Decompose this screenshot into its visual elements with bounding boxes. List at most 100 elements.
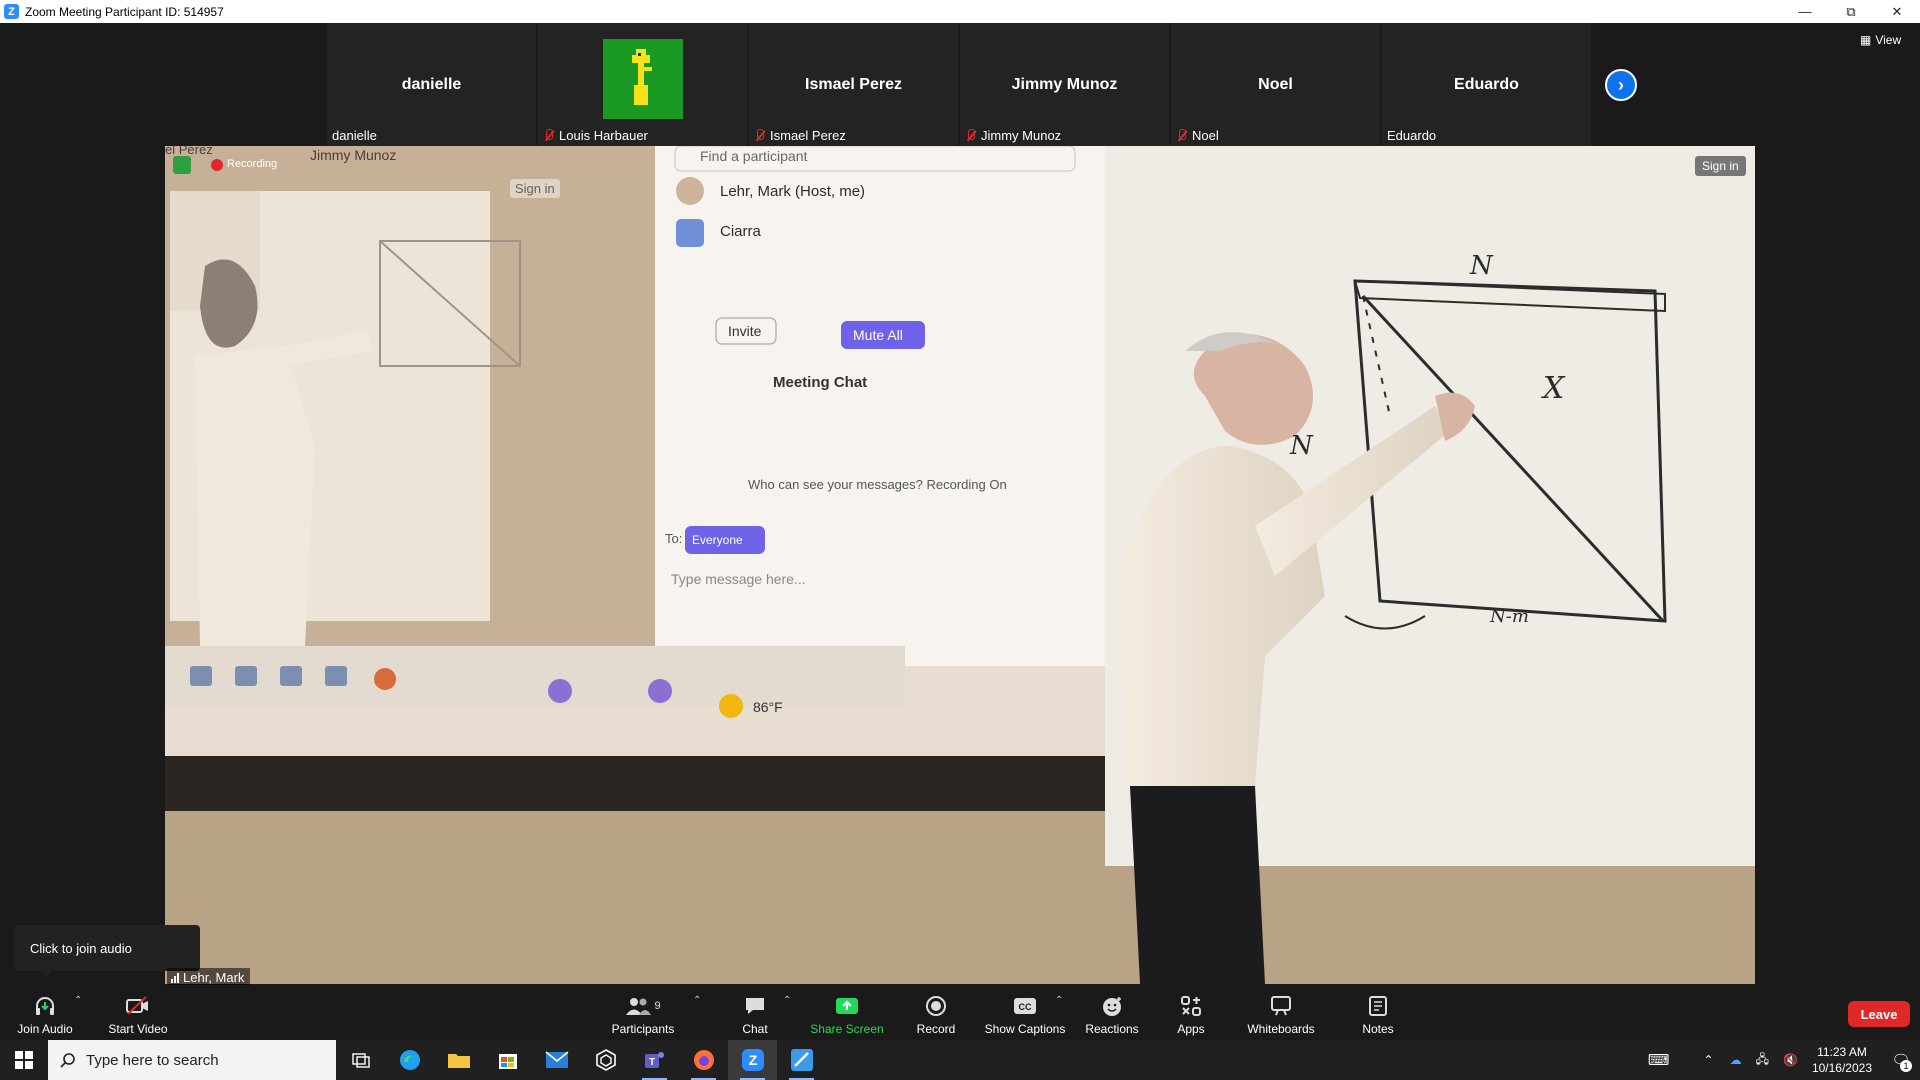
taskbar-firefox[interactable] [679, 1040, 728, 1080]
mail-icon [545, 1051, 568, 1068]
projected-chat-notice: Who can see your messages? Recording On [748, 477, 1007, 492]
task-view-button[interactable] [336, 1040, 385, 1080]
participant-tile[interactable]: Louis Harbauer [538, 23, 747, 146]
show-hidden-icons-icon[interactable]: ⌃ [1704, 1053, 1714, 1067]
taskbar-app-hex[interactable] [581, 1040, 630, 1080]
projected-temperature: 86°F [753, 699, 783, 715]
microphone-muted-icon [543, 129, 555, 142]
join-audio-tooltip[interactable]: Click to join audio [14, 925, 200, 977]
participant-display-name: Noel [1258, 75, 1293, 93]
network-icon[interactable]: 🖧 [1756, 1050, 1769, 1071]
video-frame [165, 146, 1755, 984]
window-title-bar: Z Zoom Meeting Participant ID: 514957 — … [0, 0, 1920, 23]
apps-button[interactable]: Apps [1158, 985, 1224, 1040]
participant-name: Noel [1192, 128, 1219, 143]
window-title: Zoom Meeting Participant ID: 514957 [25, 4, 224, 19]
show-captions-label: Show Captions [984, 1022, 1066, 1036]
participant-name: Louis Harbauer [559, 128, 648, 143]
chat-button[interactable]: Chat [722, 985, 788, 1040]
notes-button[interactable]: Notes [1345, 985, 1411, 1040]
participant-label: Jimmy Munoz [965, 128, 1061, 143]
taskbar-store[interactable] [483, 1040, 532, 1080]
projected-chat-title: Meeting Chat [773, 374, 868, 391]
participants-button[interactable]: 9 Participants [605, 985, 681, 1040]
participants-options-caret-icon[interactable]: ⌃ [693, 995, 701, 1006]
participant-tile[interactable]: Jimmy Munoz Jimmy Munoz [960, 23, 1169, 146]
shared-video: el Perez Jimmy Munoz Recording Sign in F… [165, 146, 1755, 984]
notes-icon [1365, 994, 1391, 1018]
share-screen-icon [834, 994, 860, 1018]
participant-tile[interactable]: danielle danielle [327, 23, 536, 146]
show-captions-button[interactable]: CC Show Captions [980, 985, 1070, 1040]
active-speaker-name: Lehr, Mark [183, 970, 245, 985]
search-placeholder: Type here to search [86, 1051, 219, 1069]
participant-tile[interactable]: Ismael Perez Ismael Perez [749, 23, 958, 146]
chat-bubble-icon [742, 994, 768, 1018]
start-video-button[interactable]: Start Video [105, 985, 171, 1040]
captions-options-caret-icon[interactable]: ⌃ [1055, 995, 1063, 1006]
join-audio-button[interactable]: Join Audio [12, 985, 78, 1040]
apps-label: Apps [1177, 1022, 1205, 1036]
participant-display-name: Eduardo [1454, 75, 1519, 93]
notification-center-button[interactable]: 🗨 1 [1882, 1040, 1920, 1080]
svg-text:CC: CC [1019, 1002, 1032, 1012]
task-view-icon [351, 1053, 370, 1068]
participant-display-name: danielle [401, 75, 462, 93]
whiteboard-label: X [1543, 371, 1565, 406]
keyboard-icon[interactable]: ⌨ [1648, 1051, 1670, 1069]
taskbar-clock[interactable]: 11:23 AM 10/16/2023 [1812, 1044, 1872, 1076]
projected-message-placeholder: Type message here... [671, 571, 806, 587]
taskbar-edge[interactable] [385, 1040, 434, 1080]
participant-tile[interactable]: Noel Noel [1171, 23, 1380, 146]
whiteboard-label: N-m [1490, 606, 1529, 627]
clock-date: 10/16/2023 [1811, 1061, 1872, 1075]
share-screen-button[interactable]: Share Screen [808, 985, 886, 1040]
participant-label: Eduardo [1387, 128, 1436, 143]
share-screen-label: Share Screen [810, 1022, 884, 1036]
video-sign-in[interactable]: Sign in [1695, 156, 1746, 176]
whiteboards-button[interactable]: Whiteboards [1240, 985, 1322, 1040]
participant-tile[interactable]: Eduardo Eduardo [1382, 23, 1591, 146]
view-button[interactable]: ▦ View [1860, 33, 1901, 47]
taskbar-search-box[interactable]: Type here to search [48, 1040, 336, 1080]
participant-name: Eduardo [1387, 128, 1437, 143]
participant-name: Ismael Perez [770, 128, 846, 143]
audio-options-caret-icon[interactable]: ⌃ [74, 995, 82, 1006]
projected-top-name: el Perez [165, 146, 213, 157]
projected-recording-label: Recording [227, 158, 278, 170]
join-audio-tooltip-text: Click to join audio [30, 940, 132, 956]
whiteboards-label: Whiteboards [1247, 1022, 1315, 1036]
minimize-button[interactable]: — [1782, 0, 1828, 23]
folder-icon [447, 1054, 470, 1068]
next-page-button[interactable]: › [1605, 69, 1637, 101]
restore-button[interactable]: ⧉ [1828, 0, 1874, 23]
taskbar-file-explorer[interactable] [434, 1040, 483, 1080]
volume-muted-icon[interactable]: 🔇 [1783, 1053, 1798, 1067]
closed-captions-icon: CC [1012, 994, 1038, 1018]
system-tray: ⌨ ⌃ ☁ 🖧 🔇 11:23 AM 10/16/2023 🗨 1 [1648, 1040, 1920, 1080]
notes-label: Notes [1362, 1022, 1394, 1036]
window-controls: — ⧉ ✕ [1782, 0, 1920, 23]
leave-meeting-button[interactable]: Leave [1848, 1001, 1910, 1027]
taskbar-teams[interactable]: T [630, 1040, 679, 1080]
projected-mute-all-button: Mute All [853, 327, 903, 343]
participant-display-name: Jimmy Munoz [1011, 75, 1118, 93]
start-button[interactable] [0, 1040, 48, 1080]
taskbar-whiteboard-app[interactable] [777, 1040, 826, 1080]
onedrive-cloud-icon[interactable]: ☁ [1730, 1053, 1742, 1067]
participant-label: danielle [332, 128, 377, 143]
participant-name: danielle [332, 128, 377, 143]
participant-label: Louis Harbauer [543, 128, 648, 143]
taskbar-mail[interactable] [532, 1040, 581, 1080]
whiteboard-label: N [1470, 251, 1493, 281]
reactions-button[interactable]: Reactions [1077, 985, 1147, 1040]
chat-options-caret-icon[interactable]: ⌃ [783, 995, 791, 1006]
chat-label: Chat [742, 1022, 768, 1036]
close-button[interactable]: ✕ [1874, 0, 1920, 23]
view-label: View [1875, 33, 1902, 47]
clock-time: 11:23 AM [1817, 1045, 1867, 1059]
taskbar-zoom[interactable]: Z [728, 1040, 777, 1080]
record-button[interactable]: Record [903, 985, 969, 1040]
participant-gallery-strip: danielle danielle Louis Harbauer Ismael … [327, 23, 1591, 146]
windows-logo-icon [15, 1051, 33, 1069]
